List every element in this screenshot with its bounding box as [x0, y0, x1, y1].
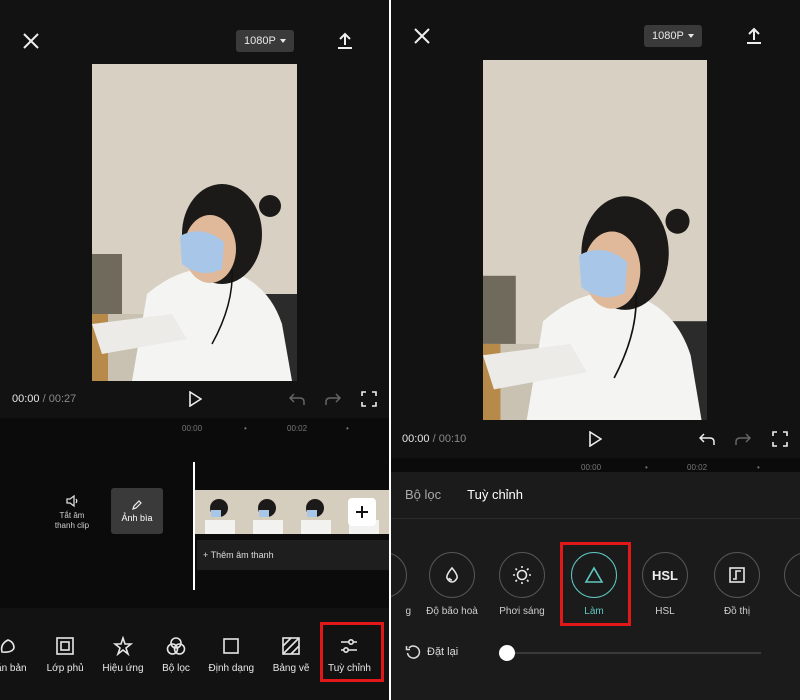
- tool-text[interactable]: Văn bản: [0, 636, 28, 674]
- adjust-curves[interactable]: Đồ thị: [707, 552, 767, 617]
- format-icon: [223, 638, 240, 654]
- adjust-sheet: Bộ lọc Tuỳ chỉnh g Độ bão hoà Phơi sáng …: [391, 472, 800, 700]
- adjust-next-partial[interactable]: [777, 552, 800, 598]
- resolution-selector[interactable]: 1080P: [644, 25, 702, 47]
- plus-icon: [356, 506, 368, 518]
- ruler-dot: •: [645, 463, 648, 472]
- play-icon[interactable]: [186, 390, 204, 408]
- fullscreen-icon[interactable]: [771, 430, 789, 448]
- effects-star-icon: [112, 636, 133, 656]
- tabs-divider: [391, 518, 800, 519]
- total-time: / 00:10: [432, 433, 467, 445]
- time-display: 00:00 / 00:10: [402, 433, 466, 445]
- speaker-icon: [66, 494, 78, 508]
- add-audio-label: + Thêm âm thanh: [203, 550, 274, 560]
- adjust-saturation[interactable]: Độ bão hoà: [422, 552, 482, 617]
- tool-effects[interactable]: Hiệu ứng: [102, 636, 144, 674]
- filter-icon: [166, 637, 186, 655]
- tool-label: Lớp phủ: [46, 663, 84, 674]
- current-time: 00:00: [12, 393, 40, 405]
- tool-format[interactable]: Định dạng: [208, 636, 255, 674]
- adjust-label: Phơi sáng: [499, 606, 545, 617]
- adjust-label: HSL: [655, 606, 675, 617]
- hsl-icon: HSL: [652, 567, 678, 583]
- cover-label: Ảnh bìa: [121, 513, 153, 523]
- adjust-brightness[interactable]: g: [391, 552, 414, 617]
- add-audio-button[interactable]: + Thêm âm thanh: [197, 540, 389, 570]
- undo-icon[interactable]: [698, 431, 716, 447]
- video-frame-image: [92, 64, 297, 381]
- ruler-dot: •: [346, 424, 349, 433]
- video-preview: [92, 64, 297, 381]
- ruler-tick: 00:02: [287, 424, 308, 433]
- tool-label: Bảng vẽ: [272, 663, 310, 674]
- drop-icon: [446, 566, 458, 583]
- adjust-label: Độ bão hoà: [426, 606, 478, 617]
- tool-canvas[interactable]: Bảng vẽ: [272, 636, 310, 674]
- chevron-down-icon: [279, 39, 286, 43]
- tool-label: Văn bản: [0, 663, 27, 674]
- timeline-strip[interactable]: 00:00 • 00:02 •: [391, 458, 800, 472]
- cover-button[interactable]: Ảnh bìa: [111, 488, 163, 534]
- adjust-exposure[interactable]: Phơi sáng: [492, 552, 552, 617]
- adjust-hsl[interactable]: HSL HSL: [635, 552, 695, 617]
- chevron-down-icon: [687, 34, 694, 38]
- slider-thumb[interactable]: [499, 645, 515, 661]
- mute-clip-label: Tắt âm thanh clip: [54, 511, 90, 530]
- ruler-tick: 00:00: [581, 463, 602, 472]
- text-icon: [0, 639, 15, 653]
- adjust-label: Đồ thị: [723, 606, 751, 617]
- video-preview: [483, 60, 707, 420]
- video-frame-image: [483, 60, 707, 420]
- adjust-label: g: [405, 606, 411, 617]
- highlight-box: [320, 622, 384, 682]
- left-editor-screen: 1080P 00:00 / 00:27 00:00 • 00:02 • Tắt …: [0, 0, 389, 700]
- reset-icon: [405, 645, 421, 659]
- tool-label: Định dạng: [208, 663, 255, 674]
- tab-filter[interactable]: Bộ lọc: [405, 487, 441, 502]
- tab-adjust[interactable]: Tuỳ chỉnh: [467, 487, 523, 502]
- ruler-tick: 00:00: [182, 424, 203, 433]
- adjust-tabs: Bộ lọc Tuỳ chỉnh: [405, 487, 523, 502]
- tool-filter[interactable]: Bộ lọc: [162, 636, 190, 674]
- ruler-tick: 00:02: [687, 463, 708, 472]
- overlay-icon: [56, 637, 74, 655]
- canvas-icon: [282, 637, 300, 655]
- fullscreen-icon[interactable]: [360, 390, 378, 408]
- brightness-icon: [391, 552, 407, 598]
- play-icon[interactable]: [586, 430, 604, 448]
- intensity-slider[interactable]: [501, 652, 761, 654]
- curve-icon: [729, 567, 745, 583]
- tool-label: Bộ lọc: [162, 663, 190, 674]
- current-time: 00:00: [402, 433, 430, 445]
- playhead[interactable]: [193, 462, 195, 590]
- resolution-label: 1080P: [244, 35, 276, 47]
- next-adjust-icon: [784, 552, 800, 598]
- total-time: / 00:27: [42, 393, 77, 405]
- close-icon[interactable]: [409, 25, 435, 47]
- mute-clip-button[interactable]: Tắt âm thanh clip: [50, 494, 94, 531]
- right-adjust-screen: 1080P 00:00 / 00:10 00:00 • 00:02 • Bộ l…: [391, 0, 800, 700]
- ruler-dot: •: [244, 424, 247, 433]
- undo-icon[interactable]: [288, 391, 306, 407]
- timeline[interactable]: 00:00 • 00:02 • Tắt âm thanh clip Ảnh bì…: [0, 418, 389, 608]
- pencil-icon: [132, 500, 142, 510]
- resolution-label: 1080P: [652, 30, 684, 42]
- resolution-selector[interactable]: 1080P: [236, 30, 294, 52]
- redo-icon[interactable]: [324, 391, 342, 407]
- close-icon[interactable]: [18, 30, 44, 52]
- add-clip-button[interactable]: [348, 498, 376, 526]
- time-display: 00:00 / 00:27: [12, 393, 76, 405]
- reset-label: Đặt lại: [427, 646, 459, 658]
- export-icon[interactable]: [743, 25, 765, 47]
- sun-icon: [513, 566, 531, 584]
- ruler-dot: •: [757, 463, 760, 472]
- reset-button[interactable]: Đặt lại: [405, 644, 458, 660]
- highlight-box: [560, 542, 631, 626]
- redo-icon[interactable]: [734, 431, 752, 447]
- tool-label: Hiệu ứng: [102, 663, 144, 674]
- tool-overlay[interactable]: Lớp phủ: [47, 636, 84, 674]
- export-icon[interactable]: [334, 30, 356, 52]
